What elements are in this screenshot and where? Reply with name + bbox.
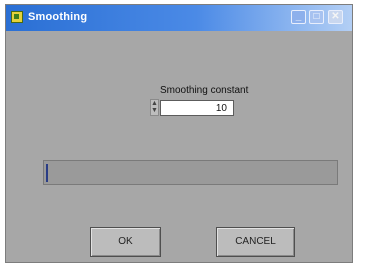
smoothing-dialog: Smoothing _ □ ✕ Smoothing constant ▲▼ OK… [5,4,353,263]
close-button[interactable]: ✕ [328,10,343,24]
cancel-button[interactable]: CANCEL [216,227,295,257]
smoothing-constant-input[interactable] [160,100,234,116]
app-icon [11,11,23,23]
ok-button[interactable]: OK [90,227,161,257]
maximize-button[interactable]: □ [309,10,324,24]
title-bar[interactable]: Smoothing _ □ ✕ [6,5,352,31]
progress-bar [43,160,338,185]
smoothing-constant-label: Smoothing constant [160,85,249,96]
progress-fill [46,164,48,182]
window-title: Smoothing [28,11,88,23]
minimize-button[interactable]: _ [291,10,306,24]
updown-arrows-icon[interactable]: ▲ ▼ [150,99,159,116]
